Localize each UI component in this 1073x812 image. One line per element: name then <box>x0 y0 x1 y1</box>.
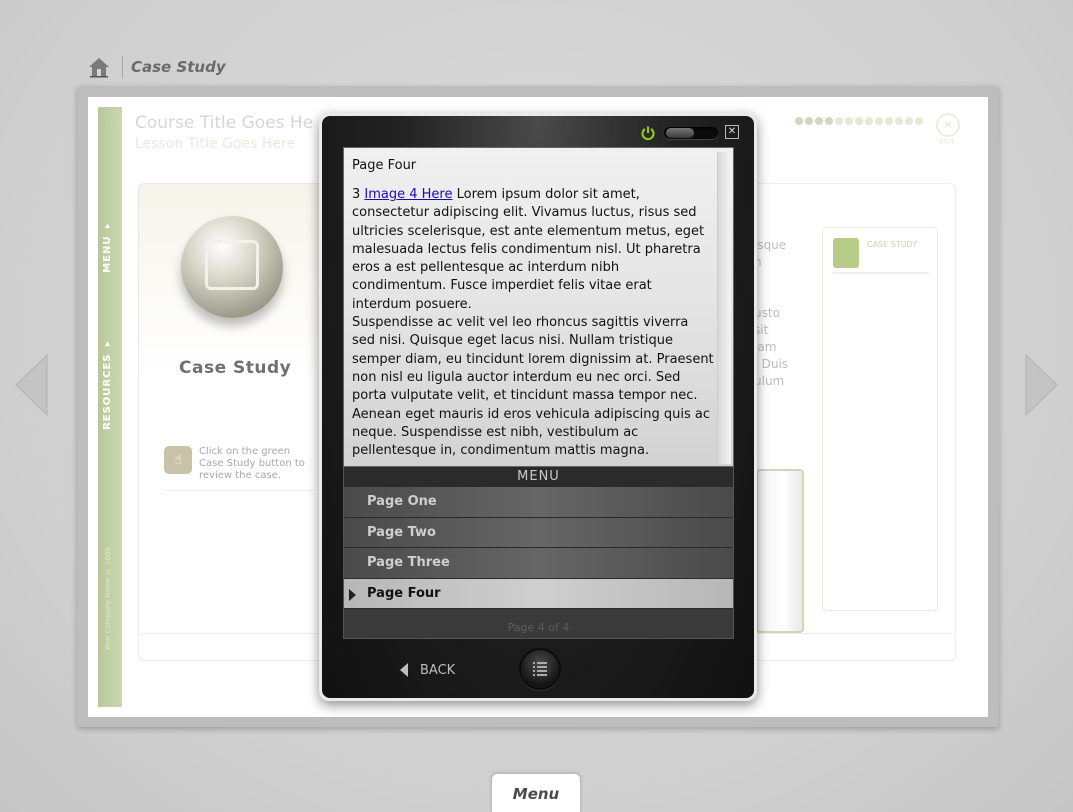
obscured-text-line: iam <box>754 340 777 354</box>
progress-dot <box>885 117 893 125</box>
progress-dot <box>795 117 803 125</box>
list-icon[interactable] <box>521 650 559 688</box>
progress-dot <box>825 117 833 125</box>
folder-icon <box>205 240 259 290</box>
menu-item-page-four[interactable]: Page Four <box>344 578 733 609</box>
page-body: 3 Image 4 Here Lorem ipsum dolor sit ame… <box>352 186 714 460</box>
progress-dot <box>915 117 923 125</box>
obscured-text-line <box>754 288 794 305</box>
back-label: BACK <box>420 662 456 678</box>
copyright-text: Your Company Name © 2009 <box>104 547 112 651</box>
toggle-switch[interactable] <box>664 127 718 139</box>
progress-dot <box>845 117 853 125</box>
progress-dot <box>905 117 913 125</box>
home-icon[interactable] <box>86 54 112 80</box>
caret-right-icon <box>349 588 356 601</box>
case-study-icon[interactable] <box>833 238 859 268</box>
breadcrumb-divider <box>122 56 123 78</box>
progress-dot <box>855 117 863 125</box>
page-menu: MENU Page One Page Two Page Three Page F… <box>343 467 734 639</box>
back-button[interactable]: BACK <box>400 659 455 681</box>
progress-dot <box>805 117 813 125</box>
exit-button[interactable]: ✕ <box>936 113 960 137</box>
image-link[interactable]: Image 4 Here <box>364 187 452 202</box>
course-title: Course Title Goes He <box>135 113 314 133</box>
obscured-text-line: isque <box>754 238 787 252</box>
case-study-label: CASE STUDY <box>867 240 918 249</box>
obscured-text-line: ulum <box>754 374 785 388</box>
progress-dot <box>815 117 823 125</box>
menu-item-page-one[interactable]: Page One <box>344 487 733 518</box>
next-arrow-icon[interactable] <box>1025 353 1059 417</box>
menu-item-label: Page Two <box>367 524 436 540</box>
progress-dot <box>875 117 883 125</box>
exit-label: EXIT <box>939 138 955 146</box>
viewer-body: ✕ Page Four 3 Image 4 Here Lorem ipsum d… <box>322 116 754 698</box>
bottom-menu-tab[interactable]: Menu <box>491 773 581 812</box>
page-number-prefix: 3 <box>352 187 365 202</box>
case-study-panel: CASE STUDY <box>822 227 938 611</box>
obscured-text-line: usto <box>754 306 780 320</box>
menu-item-label: Page Three <box>367 555 450 570</box>
side-resources-tab[interactable]: RESOURCES ▾ <box>102 337 113 430</box>
menu-item-label: Page Four <box>367 585 441 601</box>
lesson-title: Lesson Title Goes Here <box>135 136 296 152</box>
body-paragraph-1: Lorem ipsum dolor sit amet, consectetur … <box>352 187 705 312</box>
image-placeholder <box>756 469 804 633</box>
obscured-text-line: sit <box>754 323 769 337</box>
progress-dot <box>835 117 843 125</box>
side-tab: MENU ▾ RESOURCES ▾ Your Company Name © 2… <box>98 107 122 707</box>
breadcrumb: Case Study <box>86 52 226 82</box>
progress-dot <box>895 117 903 125</box>
side-menu-tab[interactable]: MENU ▾ <box>102 219 113 273</box>
obscured-text: isque n usto sit iam . Duis ulum <box>754 237 794 390</box>
previous-arrow-icon[interactable] <box>14 353 48 417</box>
obscured-text-line: n <box>754 255 762 269</box>
resource-viewer-modal: ✕ Page Four 3 Image 4 Here Lorem ipsum d… <box>319 113 757 701</box>
menu-header: MENU <box>344 467 733 487</box>
page-title: Page Four <box>352 158 417 173</box>
hint-text: Click on the green Case Study button to … <box>199 446 305 481</box>
obscured-text-line: . Duis <box>754 357 789 371</box>
scrollbar[interactable] <box>717 152 731 464</box>
case-study-card: Case Study ☝ Click on the green Case Stu… <box>138 183 328 661</box>
menu-item-label: Page One <box>367 494 437 509</box>
menu-item-page-three[interactable]: Page Three <box>344 548 733 579</box>
progress-dot <box>865 117 873 125</box>
back-arrow-icon <box>400 663 408 677</box>
obscured-text-line <box>754 271 794 288</box>
page-count: Page 4 of 4 <box>507 621 570 634</box>
divider <box>164 490 314 491</box>
divider <box>833 272 929 274</box>
power-icon[interactable] <box>640 125 656 141</box>
menu-item-page-two[interactable]: Page Two <box>344 517 733 548</box>
toggle-knob <box>666 128 694 138</box>
pointer-hint-icon: ☝ <box>164 446 192 474</box>
body-paragraph-2: Suspendisse ac velit vel leo rhoncus sag… <box>352 315 714 459</box>
page-viewer: Page Four 3 Image 4 Here Lorem ipsum dol… <box>343 147 734 467</box>
close-icon[interactable]: ✕ <box>725 125 739 139</box>
case-study-title: Case Study <box>179 358 292 378</box>
case-study-orb-button[interactable] <box>181 216 283 318</box>
breadcrumb-title: Case Study <box>131 58 226 76</box>
progress-dots <box>795 117 923 125</box>
